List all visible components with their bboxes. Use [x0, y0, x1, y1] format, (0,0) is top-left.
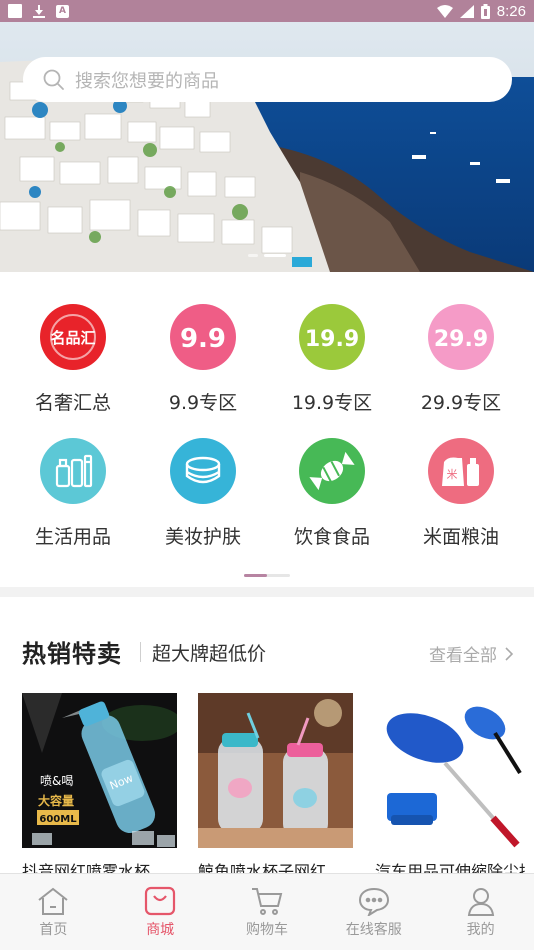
- svg-text:19.9: 19.9: [305, 327, 359, 352]
- svg-text:米: 米: [447, 468, 458, 481]
- category-29-9[interactable]: 29.9 29.9专区: [406, 304, 516, 415]
- category-pager: [244, 574, 290, 577]
- svg-text:29.9: 29.9: [434, 327, 488, 352]
- tab-label: 首页: [39, 922, 68, 938]
- tab-mall[interactable]: 商城: [107, 874, 214, 950]
- rice-grain-icon: 米: [428, 438, 494, 504]
- chevron-right-icon: [505, 646, 514, 661]
- product-image: Now 喷&喝 大容量 600ML: [22, 693, 177, 848]
- product-card[interactable]: 鲸鱼喷水杯子网红: [198, 693, 353, 882]
- search-placeholder: 搜索您想要的商品: [75, 70, 219, 92]
- tab-label: 商城: [146, 922, 175, 938]
- svg-text:9.9: 9.9: [180, 324, 226, 354]
- category-label: 29.9专区: [420, 392, 502, 414]
- clock: 8:26: [496, 2, 526, 20]
- title-divider: [140, 642, 141, 662]
- tab-cart[interactable]: 购物车: [214, 874, 321, 950]
- category-luxury[interactable]: 名品汇 名奢汇总: [18, 304, 128, 415]
- hot-sale-title: 热销特卖: [22, 640, 122, 668]
- tab-label: 购物车: [245, 922, 288, 938]
- luxury-logo-icon: 名品汇: [40, 304, 106, 370]
- price-19-9-icon: 19.9: [299, 304, 365, 370]
- status-bar: A 8:26: [0, 0, 534, 22]
- category-19-9[interactable]: 19.9 19.9专区: [277, 304, 387, 415]
- cosmetics-icon: [170, 438, 236, 504]
- search-bar[interactable]: 搜索您想要的商品: [23, 57, 512, 102]
- hot-sale-subtitle: 超大牌超低价: [152, 643, 267, 665]
- view-all-label: 查看全部: [429, 646, 497, 666]
- app-notification-icon: A: [56, 4, 69, 18]
- notification-square-icon: [8, 4, 22, 18]
- section-divider: [0, 587, 534, 597]
- signal-icon: [459, 4, 474, 18]
- battery-icon: [480, 3, 490, 19]
- category-label: 19.9专区: [291, 392, 373, 414]
- home-icon: [38, 887, 69, 915]
- category-cosmetics[interactable]: 美妆护肤: [148, 438, 258, 549]
- download-icon: [32, 4, 46, 18]
- category-label: 饮食食品: [293, 526, 370, 548]
- category-label: 美妆护肤: [164, 526, 241, 548]
- svg-text:喷&喝: 喷&喝: [40, 774, 73, 788]
- shopping-bag-icon: [145, 886, 176, 916]
- daily-goods-icon: [40, 438, 106, 504]
- product-image: [375, 693, 530, 848]
- product-image: [198, 693, 353, 848]
- tab-mine[interactable]: 我的: [427, 874, 534, 950]
- banner-pager: [0, 254, 534, 257]
- search-icon: [43, 69, 64, 90]
- category-grain[interactable]: 米 米面粮油: [406, 438, 516, 549]
- category-9-9[interactable]: 9.9 9.9专区: [148, 304, 258, 415]
- svg-text:600ML: 600ML: [39, 814, 77, 825]
- view-all-link[interactable]: 查看全部: [429, 641, 514, 666]
- svg-text:大容量: 大容量: [38, 793, 74, 808]
- category-pager-active: [244, 574, 267, 577]
- tab-customer-service[interactable]: 在线客服: [320, 874, 427, 950]
- banner-dot-active: [264, 254, 286, 257]
- price-9-9-icon: 9.9: [170, 304, 236, 370]
- banner-dot: [248, 254, 258, 257]
- user-icon: [467, 888, 494, 916]
- product-card[interactable]: Now 喷&喝 大容量 600ML 抖音网红喷雾水杯: [22, 693, 177, 882]
- category-label: 名奢汇总: [34, 392, 111, 414]
- product-card[interactable]: 汽车用品可伸缩除尘掸: [375, 693, 530, 882]
- tab-home[interactable]: 首页: [0, 874, 107, 950]
- category-daily-goods[interactable]: 生活用品: [18, 438, 128, 549]
- category-label: 9.9专区: [168, 392, 238, 414]
- category-food[interactable]: 饮食食品: [277, 438, 387, 549]
- category-label: 生活用品: [34, 526, 111, 548]
- bottom-tab-bar: 首页 商城 购物车 在线客服 我的: [0, 873, 534, 950]
- price-29-9-icon: 29.9: [428, 304, 494, 370]
- cart-icon: [251, 888, 283, 915]
- promo-banner[interactable]: 搜索您想要的商品: [0, 22, 534, 272]
- tab-label: 在线客服: [345, 922, 402, 938]
- tab-label: 我的: [466, 922, 495, 938]
- category-label: 米面粮油: [422, 526, 499, 548]
- candy-food-icon: [299, 438, 365, 504]
- category-grid: 名品汇 名奢汇总 9.9 9.9专区 19.9 19.9专区 29.9 29.9…: [0, 272, 534, 587]
- chat-icon: [358, 887, 389, 916]
- wifi-icon: [436, 4, 453, 18]
- svg-text:名品汇: 名品汇: [50, 329, 95, 347]
